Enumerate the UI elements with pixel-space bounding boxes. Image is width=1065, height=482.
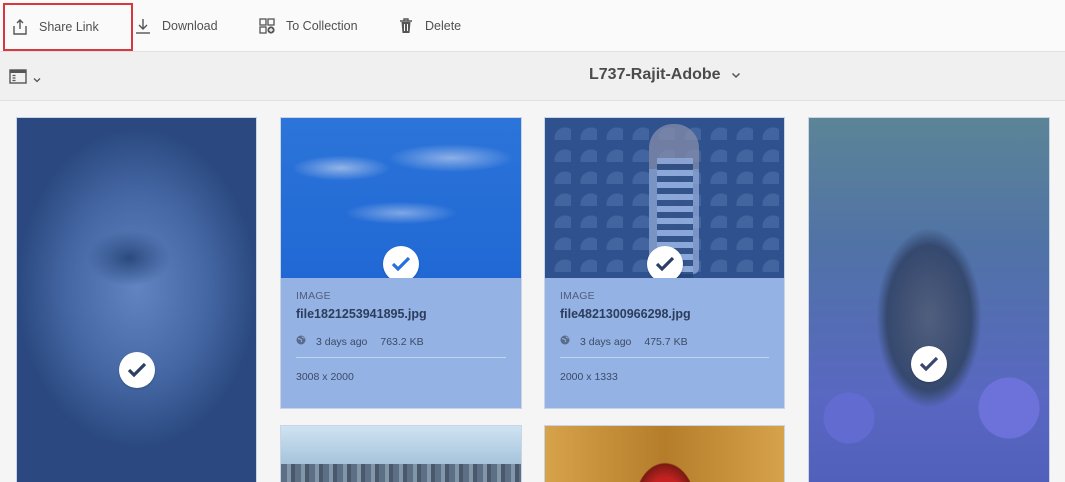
- chevron-down-icon: [731, 66, 741, 84]
- content-header: L737-Rajit-Adobe: [0, 52, 1065, 101]
- asset-grid: IMAGE file1821253941895.jpg 3 days ago 7…: [0, 101, 1065, 482]
- asset-meta: IMAGE file1821253941895.jpg 3 days ago 7…: [281, 278, 521, 408]
- divider: [560, 357, 769, 358]
- trash-icon: [397, 17, 415, 35]
- asset-card[interactable]: [16, 117, 257, 482]
- asset-card[interactable]: IMAGE file1821253941895.jpg 3 days ago 7…: [280, 117, 522, 409]
- share-link-label: Share Link: [39, 20, 99, 34]
- delete-button[interactable]: Delete: [397, 0, 461, 52]
- asset-modified: 3 days ago: [580, 335, 632, 348]
- globe-icon: [296, 335, 306, 348]
- asset-meta: IMAGE file4821300966298.jpg 3 days ago 4…: [545, 278, 784, 408]
- asset-card[interactable]: [544, 425, 785, 482]
- collection-add-icon: [258, 17, 276, 35]
- folder-title: L737-Rajit-Adobe: [589, 66, 721, 83]
- selected-check-icon[interactable]: [647, 246, 683, 282]
- to-collection-label: To Collection: [286, 19, 358, 33]
- share-icon: [11, 18, 29, 36]
- side-panel-icon: [9, 69, 27, 89]
- selected-check-icon[interactable]: [119, 352, 155, 388]
- rail-toggle-button[interactable]: [9, 69, 41, 89]
- asset-modified: 3 days ago: [316, 335, 368, 348]
- asset-size: 763.2 KB: [380, 335, 424, 348]
- asset-card[interactable]: IMAGE file4821300966298.jpg 3 days ago 4…: [544, 117, 785, 409]
- asset-type: IMAGE: [560, 290, 595, 302]
- delete-label: Delete: [425, 19, 462, 33]
- divider: [296, 357, 506, 358]
- asset-filename: file1821253941895.jpg: [296, 307, 427, 321]
- selected-check-icon[interactable]: [383, 246, 419, 282]
- selection-overlay: [809, 118, 1049, 482]
- download-icon: [134, 17, 152, 35]
- to-collection-button[interactable]: To Collection: [258, 0, 358, 52]
- folder-title-dropdown[interactable]: L737-Rajit-Adobe: [589, 66, 741, 84]
- chevron-down-icon: [33, 70, 41, 88]
- asset-card[interactable]: [280, 425, 522, 482]
- asset-size: 475.7 KB: [644, 335, 688, 348]
- asset-thumbnail: [281, 464, 521, 482]
- download-label: Download: [162, 19, 218, 33]
- action-toolbar: Share Link Download To Collection Delete: [0, 0, 1065, 52]
- asset-filename: file4821300966298.jpg: [560, 307, 691, 321]
- asset-type: IMAGE: [296, 290, 331, 302]
- share-link-button[interactable]: Share Link: [3, 3, 133, 51]
- selection-overlay: [17, 118, 256, 482]
- asset-dimensions: 2000 x 1333: [560, 371, 618, 383]
- selected-check-icon[interactable]: [911, 346, 947, 382]
- download-button[interactable]: Download: [134, 0, 218, 52]
- asset-dimensions: 3008 x 2000: [296, 371, 354, 383]
- asset-card[interactable]: [808, 117, 1050, 482]
- globe-icon: [560, 335, 570, 348]
